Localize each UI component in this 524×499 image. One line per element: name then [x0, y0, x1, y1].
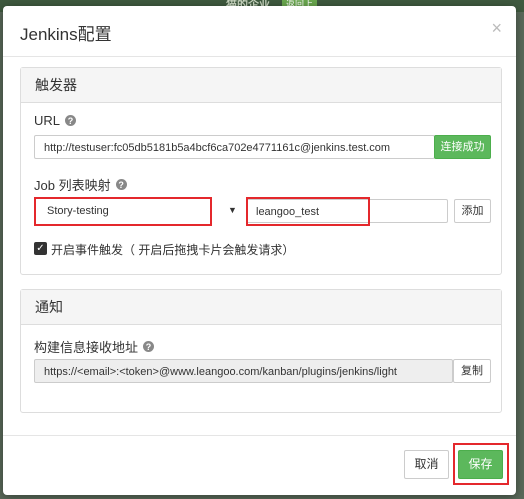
- help-icon[interactable]: ?: [65, 115, 77, 126]
- event-trigger-checkbox[interactable]: ✓: [34, 242, 47, 255]
- modal-header: Jenkins配置 ×: [3, 6, 516, 57]
- build-info-address-input[interactable]: https://<email>:<token>@www.leangoo.com/…: [34, 359, 453, 383]
- build-info-address-label: 构建信息接收地址 ?: [34, 337, 155, 356]
- modal-title: Jenkins配置: [20, 25, 112, 44]
- copy-button[interactable]: 复制: [453, 359, 491, 383]
- chevron-down-icon[interactable]: ▼: [228, 205, 237, 215]
- save-button-highlight: [453, 443, 509, 485]
- jenkins-config-modal: Jenkins配置 × 触发器 URL ? http://testuser:fc…: [3, 6, 516, 495]
- cancel-button[interactable]: 取消: [404, 450, 449, 479]
- job-select-highlight: [34, 197, 212, 226]
- modal-footer-divider: [3, 435, 516, 436]
- close-icon[interactable]: ×: [491, 18, 502, 39]
- trigger-panel-heading: 触发器: [21, 68, 501, 103]
- event-trigger-label: 开启事件触发（ 开启后拖拽卡片会触发请求）: [51, 243, 295, 257]
- url-label-text: URL: [34, 113, 61, 128]
- notify-panel: 通知 构建信息接收地址 ? https://<email>:<token>@ww…: [20, 289, 502, 413]
- add-button[interactable]: 添加: [454, 199, 491, 223]
- build-info-address-label-text: 构建信息接收地址: [34, 340, 139, 355]
- trigger-panel: 触发器 URL ? http://testuser:fc05db5181b5a4…: [20, 67, 502, 275]
- help-icon[interactable]: ?: [115, 179, 127, 190]
- help-icon[interactable]: ?: [143, 341, 155, 352]
- job-mapping-label-text: Job 列表映射: [34, 178, 111, 193]
- job-mapping-label: Job 列表映射 ?: [34, 175, 127, 194]
- notify-panel-heading: 通知: [21, 290, 501, 325]
- url-label: URL ?: [34, 113, 77, 128]
- connect-success-button[interactable]: 连接成功: [434, 135, 491, 159]
- job-name-highlight: [246, 197, 370, 226]
- url-input[interactable]: http://testuser:fc05db5181b5a4bcf6ca702e…: [34, 135, 435, 159]
